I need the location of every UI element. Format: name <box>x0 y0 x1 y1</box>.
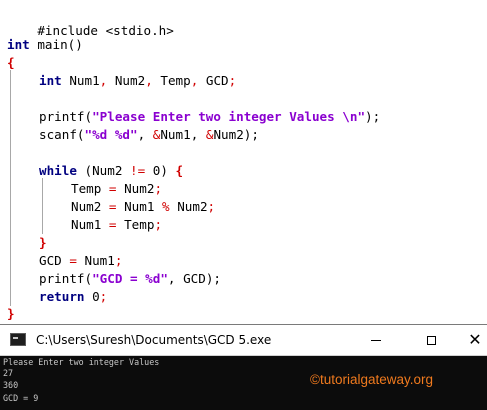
code-line-include: #include <stdio.h> <box>7 1 173 38</box>
decl-var-num1: Num1 <box>61 73 100 88</box>
scanf-format-literal: "%d %d" <box>84 127 138 142</box>
statement-semicolon: ; <box>99 289 108 304</box>
while-open-brace: { <box>175 163 184 178</box>
scanf-call: scanf( <box>39 127 85 142</box>
decl-var-gcd: GCD <box>198 73 229 88</box>
watermark-text: ©tutorialgateway.org <box>310 372 434 387</box>
keyword-return: return <box>39 289 85 304</box>
while-zero-literal: 0 <box>145 163 161 178</box>
code-line-scanf: scanf("%d %d", &Num1, &Num2); <box>39 125 259 145</box>
assign-operator: = <box>108 217 117 232</box>
console-output[interactable]: Please Enter two integer Values 27 360 G… <box>0 356 487 410</box>
not-equal-operator: != <box>130 163 146 178</box>
maximize-button[interactable] <box>409 325 453 355</box>
rhs-num2: Num2 <box>169 199 208 214</box>
keyword-int: int <box>7 37 30 52</box>
printf-call: printf( <box>39 271 93 286</box>
scanf-sep: , <box>137 127 153 142</box>
scanf-sep: , <box>190 127 206 142</box>
main-signature: main() <box>29 37 83 52</box>
maximize-icon <box>426 335 436 345</box>
indent-guide-while <box>42 178 43 234</box>
rhs-num1: Num1 <box>76 253 115 268</box>
code-line-num2-assign: Num2 = Num1 % Num2; <box>71 197 215 217</box>
rhs-temp: Temp <box>116 217 155 232</box>
code-editor[interactable]: #include <stdio.h> int main() { int Num1… <box>0 0 487 323</box>
prompt-string-literal: "Please Enter two integer Values \n" <box>92 109 366 124</box>
code-line-declaration: int Num1, Num2, Temp, GCD; <box>39 71 236 91</box>
printf-args-close: , GCD); <box>167 271 221 286</box>
console-window: C:\Users\Suresh\Documents\GCD 5.exe ✕ Pl… <box>0 324 487 410</box>
assign-operator: = <box>69 253 77 268</box>
indent-guide-main <box>10 70 11 306</box>
scanf-arg-num2: Num2 <box>213 127 244 142</box>
lhs-temp: Temp <box>71 181 109 196</box>
lhs-gcd: GCD <box>39 253 70 268</box>
console-line-result: GCD = 9 <box>3 393 39 403</box>
code-line-while: while (Num2 != 0) { <box>39 161 183 181</box>
main-close-brace: } <box>7 306 15 321</box>
keyword-while: while <box>39 163 77 178</box>
close-icon: ✕ <box>468 330 482 349</box>
rhs-num2: Num2 <box>116 181 155 196</box>
console-line-input-1: 27 <box>3 368 14 378</box>
while-close-brace: } <box>39 235 47 250</box>
printf-call: printf( <box>39 109 93 124</box>
scanf-arg-num1: Num1 <box>160 127 191 142</box>
decl-var-temp: Temp <box>152 73 191 88</box>
code-line-temp-assign: Temp = Num2; <box>71 179 162 199</box>
main-open-brace: { <box>7 55 15 70</box>
decl-semicolon: ; <box>228 73 237 88</box>
keyword-int-decl: int <box>39 73 62 88</box>
while-condition-open: (Num2 <box>76 163 130 178</box>
rhs-num1: Num1 <box>116 199 163 214</box>
console-app-icon <box>10 333 26 346</box>
code-line-printf-gcd: printf("GCD = %d", GCD); <box>39 269 221 289</box>
while-condition-close: ) <box>160 163 176 178</box>
gcd-string-literal: "GCD = %d" <box>92 271 168 286</box>
console-line-input-2: 360 <box>3 380 19 390</box>
scanf-close: ); <box>243 127 259 142</box>
decl-var-num2: Num2 <box>107 73 146 88</box>
code-line-num1-assign: Num1 = Temp; <box>71 215 162 235</box>
console-title: C:\Users\Suresh\Documents\GCD 5.exe <box>36 333 272 347</box>
modulo-operator: % <box>162 199 170 214</box>
statement-semicolon: ; <box>154 181 163 196</box>
lhs-num2: Num2 <box>71 199 109 214</box>
code-line-close-main: } <box>7 304 15 324</box>
code-line-return: return 0; <box>39 287 107 307</box>
lhs-num1: Num1 <box>71 217 109 232</box>
code-line-main: int main() <box>7 35 83 55</box>
minimize-button[interactable] <box>354 325 398 355</box>
return-value: 0 <box>84 289 100 304</box>
decl-comma: , <box>145 73 153 88</box>
assign-operator: = <box>108 199 117 214</box>
statement-semicolon: ; <box>114 253 123 268</box>
printf-close: ); <box>365 109 381 124</box>
console-line-prompt: Please Enter two integer Values <box>3 357 160 367</box>
statement-semicolon: ; <box>154 217 163 232</box>
code-line-printf-prompt: printf("Please Enter two integer Values … <box>39 107 380 127</box>
minimize-icon <box>371 339 381 341</box>
console-titlebar[interactable]: C:\Users\Suresh\Documents\GCD 5.exe ✕ <box>0 325 487 356</box>
close-button[interactable]: ✕ <box>463 325 487 355</box>
code-line-gcd-assign: GCD = Num1; <box>39 251 122 271</box>
assign-operator: = <box>108 181 117 196</box>
statement-semicolon: ; <box>207 199 216 214</box>
code-line-close-while: } <box>39 233 47 253</box>
